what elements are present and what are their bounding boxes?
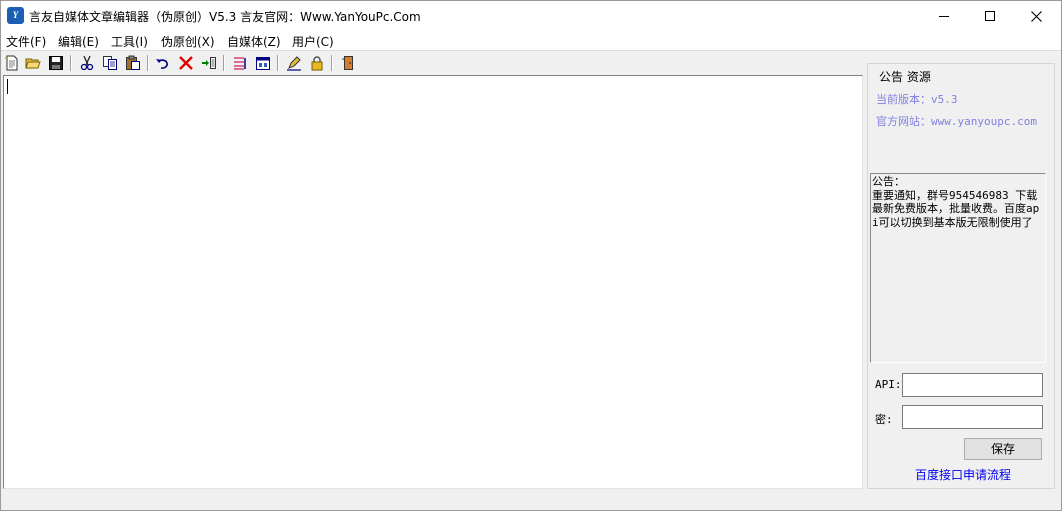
list-button[interactable] bbox=[231, 54, 249, 72]
insert-button[interactable] bbox=[200, 54, 218, 72]
paste-icon bbox=[126, 55, 140, 70]
key-label: 密: bbox=[875, 413, 893, 426]
app-window: Y 言友自媒体文章编辑器（伪原创）V5.3 言友官网：Www.YanYouPc.… bbox=[0, 0, 1062, 511]
save-button[interactable]: 保存 bbox=[964, 438, 1042, 460]
cut-scissors-icon bbox=[80, 55, 94, 71]
official-site[interactable]: 官方网站：www.yanyoupc.com bbox=[876, 113, 1037, 129]
notice-text: 公告： 重要通知，群号954546983 下载最新免费版本，批量收费。百度api… bbox=[872, 175, 1040, 229]
toolbar-separator bbox=[147, 55, 149, 71]
menu-file[interactable]: 文件(F) bbox=[4, 33, 48, 50]
site-value[interactable]: www.yanyoupc.com bbox=[931, 115, 1037, 128]
toolbar bbox=[1, 52, 866, 75]
secret-key-input[interactable] bbox=[902, 405, 1043, 429]
undo-button[interactable] bbox=[154, 54, 172, 72]
close-button[interactable] bbox=[1013, 1, 1059, 31]
baidu-api-apply-link[interactable]: 百度接口申请流程 bbox=[915, 466, 1011, 483]
maximize-button[interactable] bbox=[967, 1, 1013, 31]
save-button-toolbar[interactable] bbox=[47, 54, 65, 72]
maximize-icon bbox=[985, 11, 995, 21]
api-label: API: bbox=[875, 378, 902, 391]
paste-button[interactable] bbox=[124, 54, 142, 72]
new-file-button[interactable] bbox=[3, 54, 21, 72]
site-label: 官方网站： bbox=[876, 115, 931, 128]
window-title: 言友自媒体文章编辑器（伪原创）V5.3 言友官网：Www.YanYouPc.Co… bbox=[29, 10, 421, 24]
text-caret bbox=[7, 79, 8, 94]
delete-button[interactable] bbox=[177, 54, 195, 72]
save-disk-icon bbox=[49, 56, 63, 70]
undo-icon bbox=[156, 59, 168, 69]
edit-pen-icon bbox=[287, 56, 301, 71]
article-editor[interactable] bbox=[3, 75, 863, 489]
copy-icon bbox=[103, 56, 117, 70]
api-input[interactable] bbox=[902, 373, 1043, 397]
app-logo-icon: Y bbox=[7, 7, 24, 24]
panel-legend: 公告 资源 bbox=[876, 68, 934, 85]
edit-button[interactable] bbox=[285, 54, 303, 72]
menu-self-media[interactable]: 自媒体(Z) bbox=[225, 33, 283, 50]
exit-button[interactable] bbox=[339, 54, 357, 72]
lock-icon bbox=[311, 56, 323, 71]
cut-button[interactable] bbox=[78, 54, 96, 72]
menu-bar: 文件(F) 编辑(E) 工具(I) 伪原创(X) 自媒体(Z) 用户(C) bbox=[1, 31, 1061, 51]
menu-user[interactable]: 用户(C) bbox=[290, 33, 336, 50]
version-label: 当前版本： bbox=[876, 93, 931, 106]
copy-button[interactable] bbox=[101, 54, 119, 72]
menu-tools[interactable]: 工具(I) bbox=[109, 33, 150, 50]
new-file-icon bbox=[5, 55, 18, 71]
calendar-icon bbox=[256, 57, 270, 70]
toolbar-separator bbox=[331, 55, 333, 71]
toolbar-separator bbox=[70, 55, 72, 71]
menu-edit[interactable]: 编辑(E) bbox=[56, 33, 101, 50]
minimize-button[interactable] bbox=[921, 1, 967, 31]
version-value: v5.3 bbox=[931, 93, 958, 106]
close-icon bbox=[1030, 10, 1042, 22]
toolbar-separator bbox=[277, 55, 279, 71]
menu-pseudo-original[interactable]: 伪原创(X) bbox=[159, 33, 217, 50]
minimize-icon bbox=[939, 15, 949, 17]
current-version: 当前版本：v5.3 bbox=[876, 91, 958, 107]
delete-x-icon bbox=[179, 56, 193, 70]
calendar-button[interactable] bbox=[254, 54, 272, 72]
title-bar: Y 言友自媒体文章编辑器（伪原创）V5.3 言友官网：Www.YanYouPc.… bbox=[1, 1, 1061, 31]
list-icon bbox=[234, 57, 246, 70]
notice-text-area[interactable]: 公告： 重要通知，群号954546983 下载最新免费版本，批量收费。百度api… bbox=[870, 173, 1046, 363]
open-button[interactable] bbox=[24, 54, 42, 72]
toolbar-separator bbox=[223, 55, 225, 71]
lock-button[interactable] bbox=[308, 54, 326, 72]
exit-door-icon bbox=[342, 56, 353, 70]
insert-icon bbox=[202, 57, 216, 69]
open-folder-icon bbox=[25, 58, 41, 69]
